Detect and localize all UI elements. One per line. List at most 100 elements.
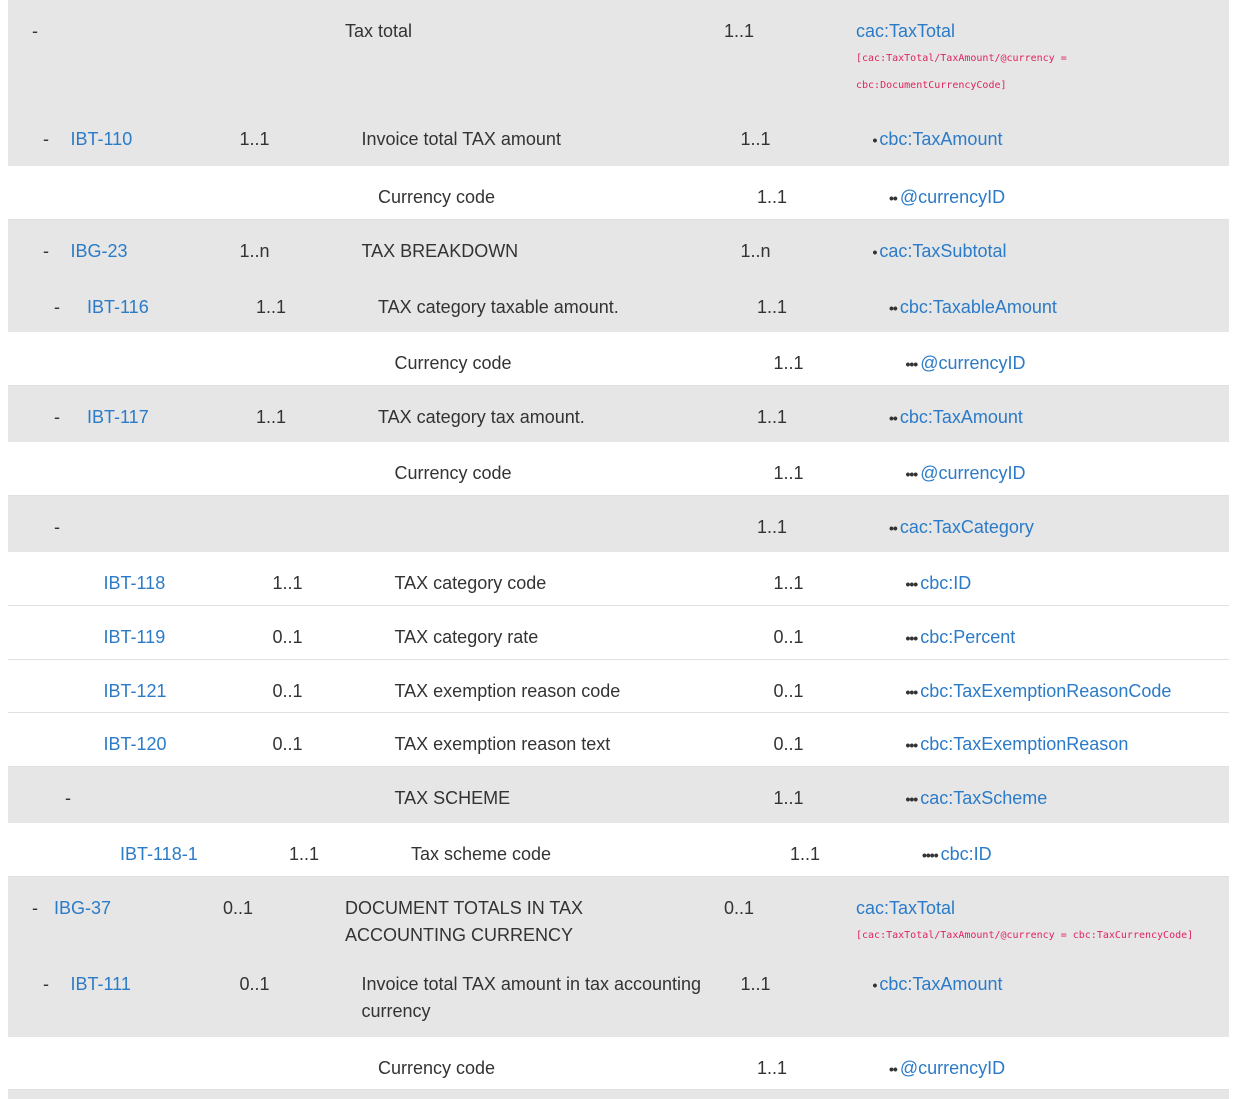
depth-bullets: ••• bbox=[905, 791, 919, 807]
ubl-element-link[interactable]: cbc:TaxExemptionReason bbox=[920, 734, 1128, 754]
table-row: - Tax total 1..1 cac:TaxTotal [cac:TaxTotal/… bbox=[8, 0, 1229, 108]
business-rule-text: [cac:TaxTotal/TaxAmount/@currency = bbox=[856, 53, 1067, 64]
expand-toggle[interactable]: - bbox=[43, 238, 49, 265]
expand-toggle[interactable]: - bbox=[54, 294, 60, 321]
business-term-id-link[interactable]: IBG-37 bbox=[54, 895, 111, 922]
ubl-path: ••• cbc:TaxExemptionReasonCode bbox=[906, 678, 1172, 706]
ubl-path: ••• cac:TaxScheme bbox=[906, 785, 1048, 813]
depth-bullets: • bbox=[872, 132, 878, 148]
depth-bullets: • bbox=[872, 244, 878, 260]
syntax-cardinality: 0..1 bbox=[773, 627, 804, 647]
business-term-name: TAX category taxable amount. bbox=[378, 297, 619, 317]
expand-toggle[interactable]: - bbox=[32, 895, 38, 922]
business-term-id-link[interactable]: IBT-117 bbox=[87, 404, 149, 431]
ubl-element-link[interactable]: @currencyID bbox=[900, 187, 1005, 207]
ubl-path: • cbc:TaxAmount bbox=[873, 971, 1003, 999]
ubl-path: ••• cbc:ID bbox=[906, 570, 972, 598]
ubl-element-link[interactable]: cbc:Percent bbox=[920, 627, 1015, 647]
syntax-cardinality: 1..1 bbox=[773, 463, 804, 483]
syntax-cardinality: 1..1 bbox=[757, 407, 788, 427]
ubl-element-link[interactable]: cbc:TaxAmount bbox=[879, 974, 1002, 994]
ubl-path: ••• cbc:Percent bbox=[906, 624, 1016, 652]
business-term-id-link[interactable]: IBT-120 bbox=[104, 731, 167, 758]
ubl-element-link[interactable]: cbc:ID bbox=[941, 844, 992, 864]
depth-bullets: ••• bbox=[905, 737, 919, 753]
ubl-element-link[interactable]: @currencyID bbox=[900, 1058, 1005, 1078]
depth-bullets: •••• bbox=[922, 847, 939, 863]
business-term-name: Currency code bbox=[378, 187, 496, 207]
expand-toggle[interactable]: - bbox=[54, 404, 60, 431]
ubl-element-link[interactable]: cbc:TaxAmount bbox=[900, 407, 1023, 427]
expand-toggle[interactable]: - bbox=[65, 785, 71, 812]
semantic-cardinality: 0..1 bbox=[272, 627, 303, 647]
depth-bullets: ••• bbox=[905, 466, 919, 482]
table-row: - IBT-116 1..1 TAX category taxable amount.… bbox=[8, 276, 1229, 332]
table-row: Currency code 1..1 ••• @currencyID bbox=[8, 332, 1229, 386]
business-rule-text: cbc:DocumentCurrencyCode] bbox=[856, 80, 1007, 91]
business-term-id-link[interactable]: IBT-111 bbox=[71, 971, 131, 998]
ubl-path: ••• @currencyID bbox=[906, 460, 1026, 488]
table-row: IBT-119 0..1 TAX category rate 0..1 ••• cbc:P… bbox=[8, 606, 1229, 660]
business-term-name: TAX exemption reason text bbox=[394, 734, 611, 754]
table-row: IBT-118 1..1 TAX category code 1..1 ••• cbc:I… bbox=[8, 552, 1229, 606]
semantic-cardinality: 0..1 bbox=[272, 681, 303, 701]
syntax-cardinality: 1..1 bbox=[773, 788, 804, 808]
depth-bullets: •• bbox=[889, 1061, 898, 1077]
business-term-name: TAX BREAKDOWN bbox=[361, 241, 519, 261]
business-term-id-link[interactable]: IBT-121 bbox=[104, 678, 167, 705]
depth-bullets: •• bbox=[889, 410, 898, 426]
business-term-id-link[interactable]: IBT-110 bbox=[71, 126, 133, 153]
syntax-cardinality: 0..1 bbox=[773, 734, 804, 754]
expand-toggle[interactable]: - bbox=[43, 126, 49, 153]
table-row: - IBT-110 1..1 Invoice total TAX amount 1..1… bbox=[8, 108, 1229, 166]
table-row: - IBG-23 1..n TAX BREAKDOWN 1..n • cac:TaxSubt… bbox=[8, 220, 1229, 276]
ubl-element-link[interactable]: @currencyID bbox=[920, 463, 1025, 483]
syntax-cardinality: 1..1 bbox=[773, 353, 804, 373]
business-term-id-link[interactable]: IBT-116 bbox=[87, 294, 149, 321]
ubl-element-link[interactable]: cbc:TaxAmount bbox=[879, 129, 1002, 149]
ubl-path: •••• cbc:ID bbox=[922, 841, 992, 869]
ubl-path: •• cbc:TaxableAmount bbox=[889, 294, 1057, 322]
business-term-id-link[interactable]: IBT-119 bbox=[104, 624, 166, 651]
business-term-name: Currency code bbox=[394, 463, 512, 483]
business-term-name: Currency code bbox=[378, 1058, 496, 1078]
syntax-cardinality: 0..1 bbox=[773, 681, 804, 701]
semantic-cardinality: 0..1 bbox=[223, 898, 254, 918]
business-term-name: Currency code bbox=[394, 353, 512, 373]
expand-toggle[interactable]: - bbox=[54, 514, 60, 541]
business-rule-text: [cac:TaxTotal/TaxAmount/@currency = cbc:… bbox=[856, 930, 1194, 941]
business-term-name: DOCUMENT TOTALS IN TAX ACCOUNTING CURREN… bbox=[345, 898, 584, 945]
business-term-name: TAX category rate bbox=[394, 627, 539, 647]
ubl-element-link[interactable]: @currencyID bbox=[920, 353, 1025, 373]
ubl-path: • cbc:TaxAmount bbox=[873, 126, 1003, 154]
semantic-cardinality: 1..1 bbox=[289, 844, 320, 864]
table-row: Currency code 1..1 ••• @currencyID bbox=[8, 442, 1229, 496]
ubl-element-link[interactable]: cbc:TaxableAmount bbox=[900, 297, 1057, 317]
table-row: - 1..1 •• cac:TaxCategory bbox=[8, 496, 1229, 552]
ubl-element-link[interactable]: cbc:ID bbox=[920, 573, 971, 593]
ubl-element-link[interactable]: cac:TaxTotal bbox=[856, 21, 955, 41]
ubl-element-link[interactable]: cac:TaxScheme bbox=[920, 788, 1047, 808]
expand-toggle[interactable]: - bbox=[43, 971, 49, 998]
table-row: Currency code 1..1 •• @currencyID bbox=[8, 166, 1229, 220]
business-term-id-link[interactable]: IBT-118-1 bbox=[120, 841, 198, 868]
ubl-element-link[interactable]: cac:TaxCategory bbox=[900, 517, 1034, 537]
ubl-path: ••• cbc:TaxExemptionReason bbox=[906, 731, 1129, 759]
semantic-cardinality: 1..1 bbox=[256, 407, 287, 427]
syntax-cardinality: 1..1 bbox=[740, 974, 771, 994]
expand-toggle[interactable]: - bbox=[32, 18, 38, 45]
ubl-element-link[interactable]: cac:TaxTotal bbox=[856, 898, 955, 918]
business-term-name: Tax total bbox=[345, 21, 413, 41]
business-term-name: Invoice total TAX amount in tax accounti… bbox=[361, 974, 702, 1021]
table-row: - IBT-117 1..1 TAX category tax amount. 1..1… bbox=[8, 386, 1229, 442]
ubl-mapping-table: - Tax total 1..1 cac:TaxTotal [cac:TaxTotal/… bbox=[8, 0, 1229, 1099]
ubl-element-link[interactable]: cbc:TaxExemptionReasonCode bbox=[920, 681, 1171, 701]
business-term-id-link[interactable]: IBT-118 bbox=[104, 570, 166, 597]
syntax-cardinality: 1..1 bbox=[740, 129, 771, 149]
syntax-cardinality: 1..1 bbox=[757, 517, 788, 537]
syntax-cardinality: 1..1 bbox=[757, 1058, 788, 1078]
ubl-element-link[interactable]: cac:TaxSubtotal bbox=[879, 241, 1006, 261]
ubl-path: •• @currencyID bbox=[889, 184, 1005, 212]
business-term-id-link[interactable]: IBG-23 bbox=[71, 238, 128, 265]
semantic-cardinality: 0..1 bbox=[272, 734, 303, 754]
